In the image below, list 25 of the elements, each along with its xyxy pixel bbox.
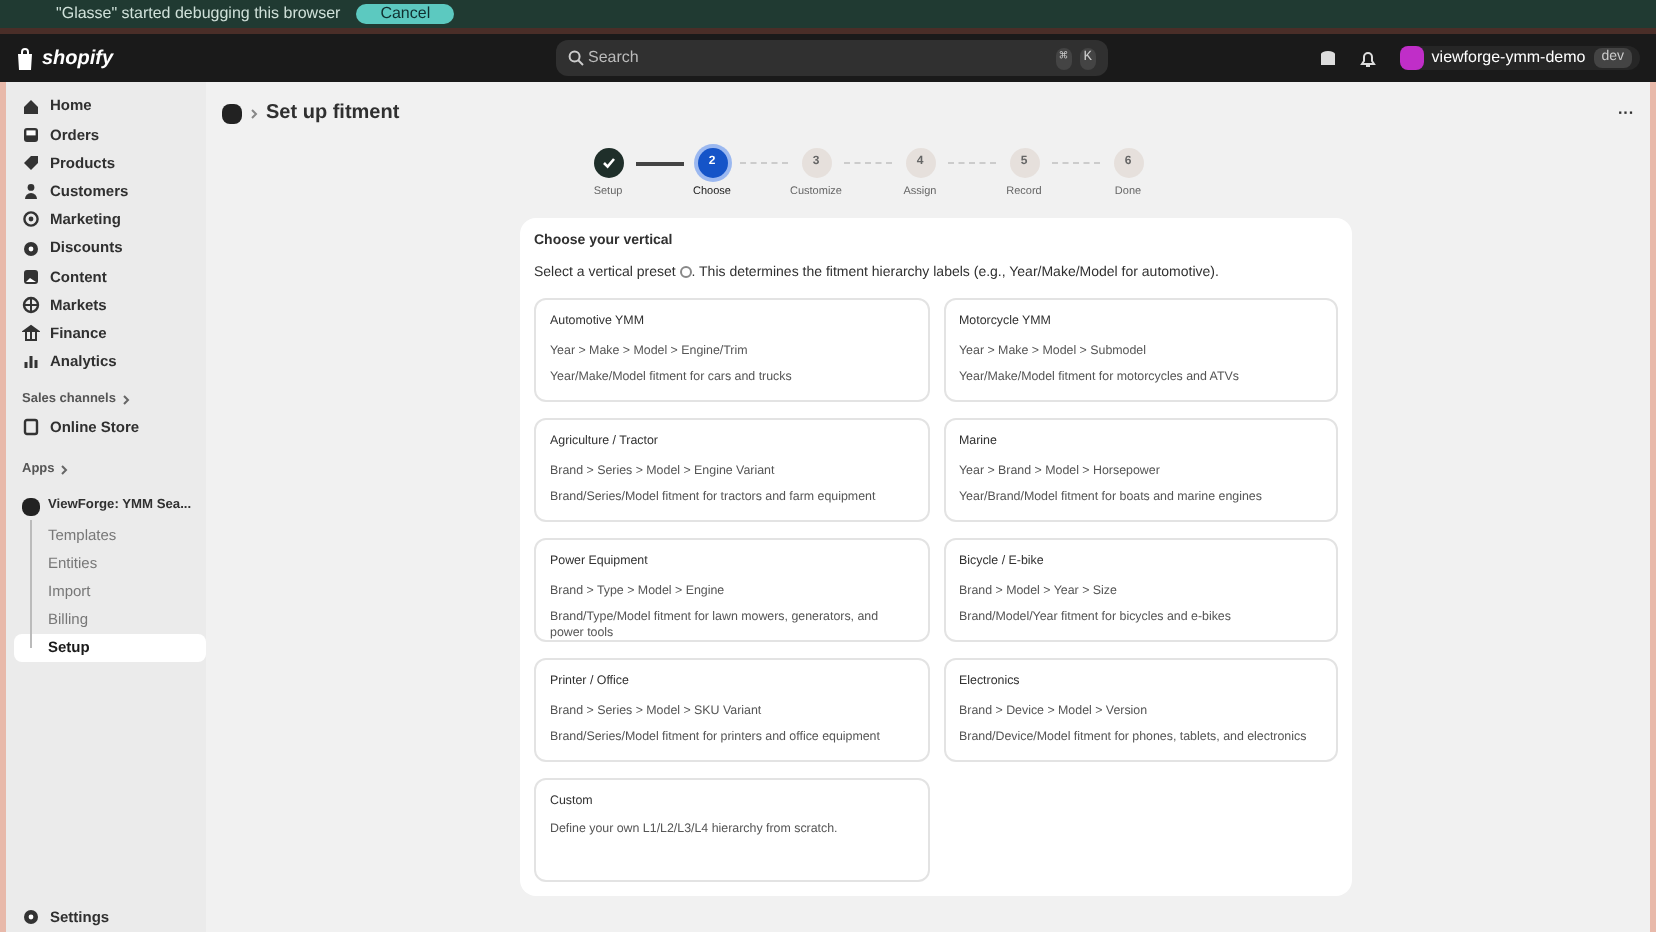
chevron-right-icon [60, 464, 69, 477]
store-avatar [1399, 46, 1424, 70]
bar-chart-icon [22, 352, 40, 371]
search-icon [568, 50, 584, 66]
check-icon [601, 156, 615, 170]
cancel-button[interactable]: Cancel [356, 4, 455, 24]
house-icon [22, 97, 40, 116]
storefront-icon [22, 418, 40, 437]
tag-icon [22, 153, 40, 172]
globe-icon [22, 295, 40, 314]
chevron-right-icon [250, 107, 258, 119]
banner-text: "Glasse" started debugging this browser [56, 2, 341, 26]
app-icon [22, 497, 40, 516]
inbox-icon [22, 125, 40, 144]
bank-icon [22, 324, 40, 343]
person-icon [22, 182, 40, 201]
shopping-bag-icon [16, 47, 34, 69]
image-icon [22, 267, 40, 286]
more-button[interactable]: ··· [1618, 101, 1634, 125]
chevron-right-icon [121, 393, 130, 406]
app-icon [222, 103, 242, 123]
target-icon [22, 210, 40, 229]
bell-icon[interactable] [1359, 49, 1376, 67]
page-title: Set up fitment [266, 100, 400, 128]
logo-text: shopify [42, 45, 114, 73]
